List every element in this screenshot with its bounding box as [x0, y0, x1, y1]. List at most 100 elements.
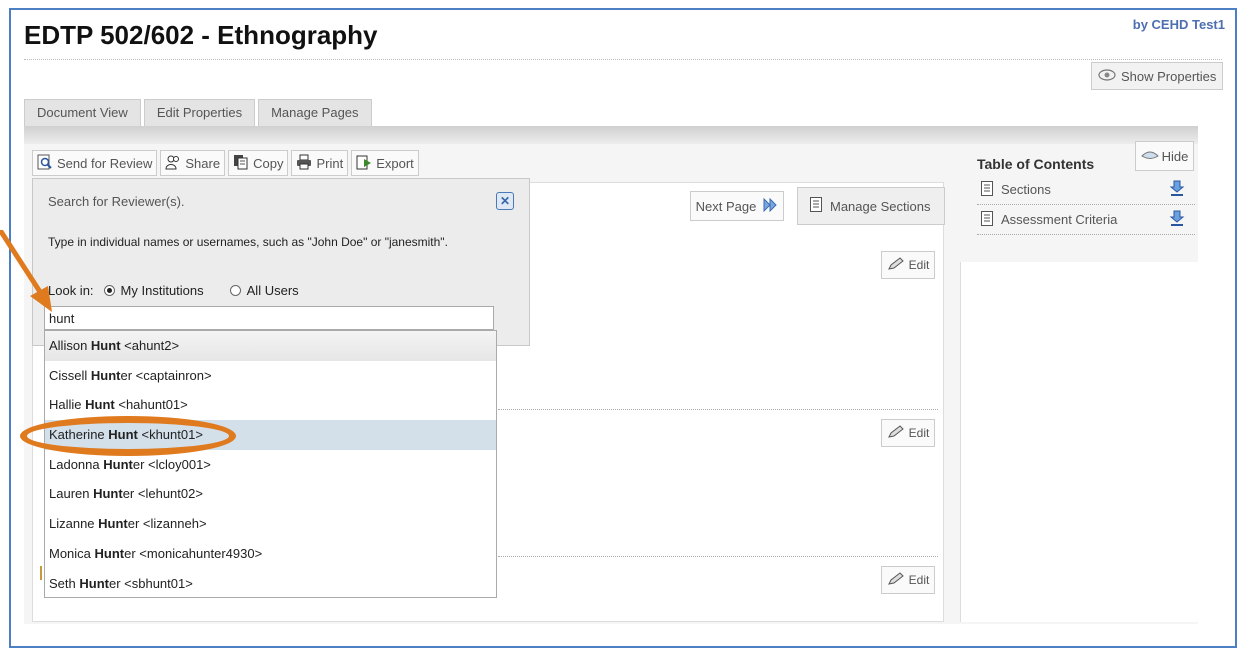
manage-sections-button[interactable]: Manage Sections — [797, 187, 945, 225]
pencil-icon — [887, 256, 905, 274]
edit-label: Edit — [908, 258, 930, 272]
suggestion-match: Hunt — [90, 338, 121, 353]
autocomplete-list: Allison Hunt <ahunt2> Cissell Hunter <cap… — [44, 330, 497, 598]
suggestion-rest: er <lcloy001> — [132, 456, 211, 472]
document-list-icon — [981, 180, 993, 199]
edit-section-button-2[interactable]: Edit — [881, 419, 935, 447]
print-button[interactable]: Print — [291, 150, 349, 176]
hide-label: Hide — [1161, 148, 1189, 164]
toc-panel — [960, 262, 1199, 622]
toc-item-assessment-criteria[interactable]: Assessment Criteria — [977, 205, 1195, 235]
suggestion-match: Hunt — [98, 516, 128, 532]
export-label: Export — [376, 155, 414, 171]
page-title: EDTP 502/602 - Ethnography — [24, 20, 378, 50]
suggestion-rest: er <sbhunt01> — [108, 575, 193, 591]
send-for-review-button[interactable]: Send for Review — [32, 150, 158, 176]
print-label: Print — [316, 155, 344, 171]
suggestion-first-name: Ladonna — [49, 456, 104, 472]
manage-sections-label: Manage Sections — [830, 198, 931, 214]
copy-icon — [233, 154, 249, 173]
double-chevron-right-icon — [762, 197, 778, 215]
users-icon — [165, 154, 181, 173]
suggestion-match: Hunt — [85, 397, 115, 413]
document-list-icon — [981, 210, 993, 229]
share-button[interactable]: Share — [160, 150, 226, 176]
hide-eye-icon — [1140, 149, 1159, 164]
share-label: Share — [185, 155, 221, 171]
pencil-icon — [887, 424, 905, 442]
suggestion-match: Hunt — [103, 456, 133, 472]
suggestion-first-name: Seth — [49, 575, 80, 591]
suggestion-rest: er <lizanneh> — [127, 516, 207, 532]
printer-icon — [296, 154, 312, 173]
suggestion-item[interactable]: Seth Hunter <sbhunt01> — [45, 569, 496, 599]
export-button[interactable]: Export — [351, 150, 419, 176]
suggestion-item[interactable]: Lauren Hunter <lehunt02> — [45, 479, 496, 509]
radio-all-users[interactable] — [229, 285, 241, 296]
radio-all-users-label: All Users — [246, 283, 299, 298]
toc-item-label: Assessment Criteria — [1001, 212, 1118, 227]
section-divider — [498, 409, 938, 410]
suggestion-match: Hunt — [79, 575, 109, 591]
toc-title: Table of Contents — [977, 156, 1095, 172]
suggestion-first-name: Lauren — [49, 486, 94, 502]
copy-button[interactable]: Copy — [228, 150, 289, 176]
suggestion-match: Hunt — [90, 367, 121, 383]
next-page-button[interactable]: Next Page — [690, 191, 784, 221]
suggestion-rest: <ahunt2> — [120, 338, 180, 353]
suggestion-item[interactable]: Allison Hunt <ahunt2> — [45, 331, 496, 361]
suggestion-first-name: Hallie — [49, 397, 86, 413]
copy-label: Copy — [253, 155, 284, 171]
download-icon[interactable] — [1169, 210, 1185, 229]
tab-manage-pages[interactable]: Manage Pages — [258, 99, 372, 127]
magnifier-page-icon — [37, 154, 53, 173]
reviewer-search-input[interactable] — [44, 306, 494, 330]
suggestion-item[interactable]: Lizanne Hunter <lizanneh> — [45, 509, 496, 539]
suggestion-item[interactable]: Monica Hunter <monicahunter4930> — [45, 539, 496, 569]
export-icon — [356, 154, 372, 173]
section-marker — [40, 566, 42, 580]
title-divider — [24, 59, 1222, 60]
send-for-review-label: Send for Review — [57, 155, 153, 171]
author-byline: by CEHD Test1 — [1132, 17, 1225, 32]
look-in-options: Look in: My Institutions All Users — [48, 283, 299, 298]
reviewer-instructions: Type in individual names or usernames, s… — [48, 235, 448, 249]
annotation-oval — [20, 416, 236, 456]
suggestion-item[interactable]: Cissell Hunter <captainron> — [45, 361, 496, 391]
suggestion-match: Hunt — [94, 545, 125, 561]
edit-label: Edit — [908, 426, 930, 440]
radio-my-institutions[interactable] — [103, 285, 115, 296]
suggestion-first-name: Lizanne — [49, 516, 99, 532]
section-divider — [498, 556, 938, 557]
reviewer-popup-title: Search for Reviewer(s). — [48, 194, 185, 209]
tab-edit-properties[interactable]: Edit Properties — [143, 99, 256, 127]
document-list-icon — [810, 197, 822, 215]
suggestion-first-name: Cissell — [49, 367, 91, 383]
suggestion-rest: er <monicahunter4930> — [124, 545, 263, 561]
next-page-label: Next Page — [695, 198, 757, 214]
show-properties-label: Show Properties — [1121, 68, 1217, 84]
eye-icon — [1098, 68, 1116, 84]
suggestion-rest: er <lehunt02> — [122, 486, 203, 502]
toc-item-label: Sections — [1001, 182, 1051, 197]
annotation-arrow — [0, 230, 52, 312]
suggestion-first-name: Allison — [49, 338, 91, 353]
tab-bar: Document View Edit Properties Manage Pag… — [24, 99, 372, 127]
pencil-icon — [887, 571, 905, 589]
edit-section-button-3[interactable]: Edit — [881, 566, 935, 594]
radio-my-institutions-label: My Institutions — [120, 283, 204, 298]
document-toolbar: Send for Review Share Copy Print Export — [32, 150, 419, 176]
download-icon[interactable] — [1169, 180, 1185, 199]
tab-band — [24, 126, 1198, 146]
suggestion-rest: er <captainron> — [120, 367, 212, 383]
suggestion-first-name: Monica — [49, 545, 95, 561]
show-properties-button[interactable]: Show Properties — [1091, 62, 1223, 90]
suggestion-match: Hunt — [93, 486, 123, 502]
suggestion-rest: <hahunt01> — [114, 397, 188, 413]
edit-section-button-1[interactable]: Edit — [881, 251, 935, 279]
hide-toc-button[interactable]: Hide — [1135, 141, 1194, 171]
close-icon[interactable]: ✕ — [496, 192, 514, 210]
toc-item-sections[interactable]: Sections — [977, 175, 1195, 205]
edit-label: Edit — [908, 573, 930, 587]
tab-document-view[interactable]: Document View — [24, 99, 141, 127]
